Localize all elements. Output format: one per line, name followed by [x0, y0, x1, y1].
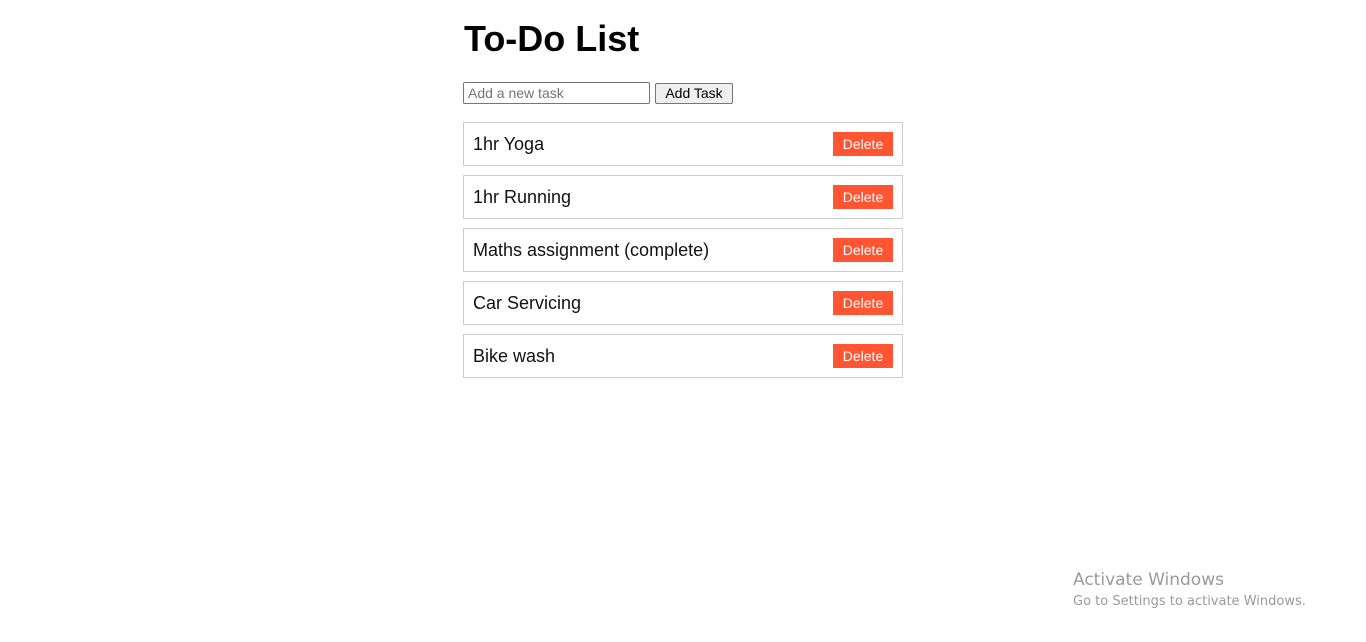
task-item: Maths assignment (complete) Delete: [463, 228, 903, 272]
add-task-button[interactable]: Add Task: [655, 82, 733, 104]
task-item: 1hr Running Delete: [463, 175, 903, 219]
task-text: Bike wash: [473, 345, 556, 366]
delete-task-button[interactable]: Delete: [833, 291, 893, 315]
task-text: 1hr Yoga: [473, 133, 545, 154]
page-title: To-Do List: [464, 18, 640, 59]
new-task-input[interactable]: [463, 82, 650, 104]
delete-task-button[interactable]: Delete: [833, 238, 893, 262]
task-item: Bike wash Delete: [463, 334, 903, 378]
activate-windows-watermark: Activate Windows Go to Settings to activ…: [1073, 569, 1306, 610]
delete-task-button[interactable]: Delete: [833, 344, 893, 368]
task-item: 1hr Yoga Delete: [463, 122, 903, 166]
watermark-subtitle: Go to Settings to activate Windows.: [1073, 594, 1306, 609]
delete-task-button[interactable]: Delete: [833, 185, 893, 209]
task-text: 1hr Running: [473, 186, 572, 207]
task-item: Car Servicing Delete: [463, 281, 903, 325]
task-text: Car Servicing: [473, 292, 582, 313]
task-list: 1hr Yoga Delete 1hr Running Delete Maths…: [463, 122, 903, 387]
watermark-title: Activate Windows: [1073, 570, 1224, 590]
new-task-row: Add Task: [463, 82, 733, 104]
delete-task-button[interactable]: Delete: [833, 132, 893, 156]
task-text: Maths assignment (complete): [473, 239, 710, 260]
